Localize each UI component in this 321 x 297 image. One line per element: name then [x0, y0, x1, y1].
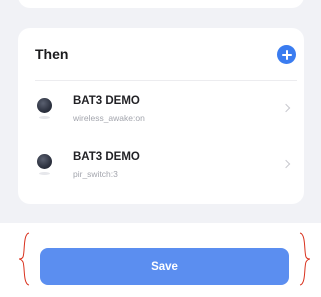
action-device-status: wireless_awake:on: [73, 113, 145, 123]
save-button[interactable]: Save: [40, 248, 289, 285]
device-camera-icon: [37, 98, 52, 113]
action-device-status: pir_switch:3: [73, 169, 118, 179]
then-section-card: Then BAT3 DEMO wireless_awake:on BAT3 DE…: [18, 28, 304, 204]
chevron-right-icon: [281, 159, 291, 169]
device-icon-shadow: [39, 116, 50, 119]
add-action-icon[interactable]: [277, 45, 296, 64]
action-list-item[interactable]: BAT3 DEMO pir_switch:3: [18, 142, 304, 192]
previous-section-card: [18, 0, 304, 8]
divider: [35, 80, 297, 81]
device-icon-shadow: [39, 172, 50, 175]
action-device-name: BAT3 DEMO: [73, 95, 140, 107]
then-section-title: Then: [35, 46, 69, 62]
action-device-name: BAT3 DEMO: [73, 151, 140, 163]
device-camera-icon: [37, 154, 52, 169]
chevron-right-icon: [281, 103, 291, 113]
annotation-bracket-left: [18, 232, 30, 286]
action-list-item[interactable]: BAT3 DEMO wireless_awake:on: [18, 86, 304, 136]
then-section-header: Then: [18, 28, 304, 80]
annotation-bracket-right: [299, 232, 311, 286]
